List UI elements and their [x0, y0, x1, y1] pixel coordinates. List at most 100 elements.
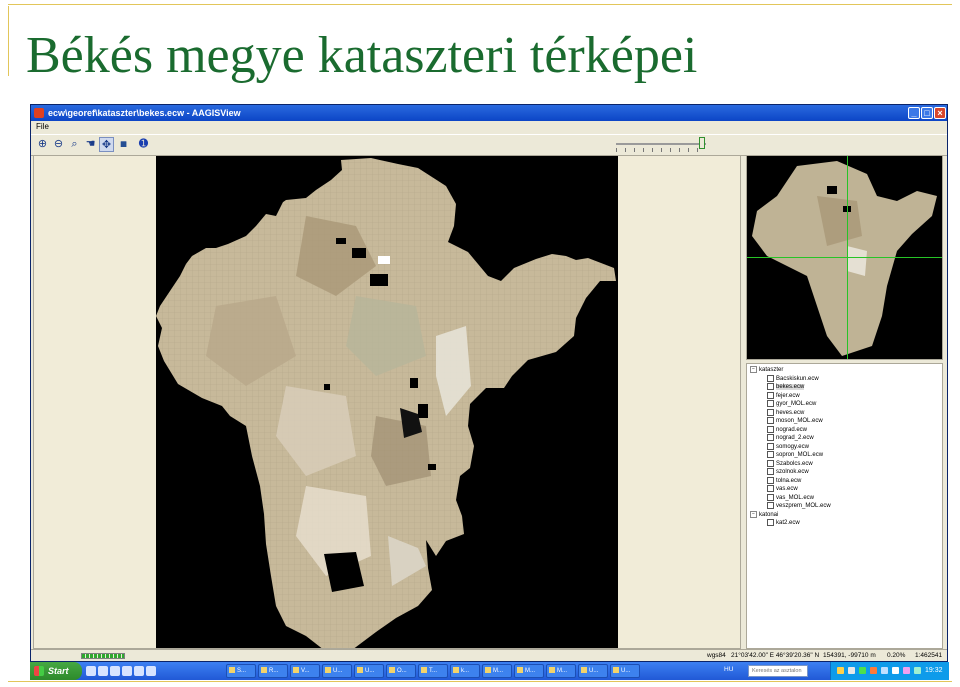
taskbar-window-button[interactable]: U...: [322, 664, 352, 678]
tray-update-icon[interactable]: [870, 667, 877, 674]
layer-checkbox[interactable]: [767, 493, 774, 501]
crosshair-horizontal: [747, 257, 942, 258]
window-app-icon: [581, 667, 587, 674]
layer-checkbox[interactable]: [767, 425, 774, 433]
tree-layer-item[interactable]: vas_MOL.ecw: [767, 493, 814, 503]
taskbar-window-button[interactable]: R...: [258, 664, 288, 678]
taskbar-window-button[interactable]: T...: [418, 664, 448, 678]
layer-checkbox[interactable]: [767, 468, 774, 475]
ecw-icon[interactable]: ▦: [116, 137, 131, 152]
minimize-button[interactable]: _: [908, 107, 920, 119]
tree-group-katonai[interactable]: − katonai: [750, 510, 779, 520]
tree-layer-label: vas.ecw: [776, 486, 798, 493]
taskbar-window-button[interactable]: M...: [546, 664, 576, 678]
tray-messenger-icon[interactable]: [903, 667, 910, 674]
tree-group-kataszter[interactable]: − kataszter: [750, 366, 783, 375]
quicklaunch-ie-icon[interactable]: [98, 666, 108, 676]
tree-layer-item[interactable]: bekes.ecw: [767, 383, 805, 392]
layer-checkbox[interactable]: [767, 502, 774, 509]
info-icon[interactable]: ➊: [136, 137, 151, 152]
window-titlebar[interactable]: ecw\georef\kataszter\bekes.ecw - AAGISVi…: [31, 105, 947, 121]
menu-file[interactable]: File: [36, 122, 49, 131]
layer-checkbox[interactable]: [767, 451, 774, 458]
layer-checkbox[interactable]: [767, 383, 774, 390]
tree-group-label: katonai: [759, 511, 779, 518]
tree-layer-item[interactable]: moson_MOL.ecw: [767, 417, 823, 426]
quicklaunch-desktop-icon[interactable]: [86, 666, 96, 676]
tray-device-icon[interactable]: [892, 667, 899, 674]
taskbar-button-label: k...: [461, 668, 470, 674]
taskbar-window-button[interactable]: M...: [482, 664, 512, 678]
start-button[interactable]: Start: [30, 662, 82, 680]
close-button[interactable]: ×: [934, 107, 946, 119]
layer-checkbox[interactable]: [767, 417, 774, 424]
tree-layer-item[interactable]: sopron_MOL.ecw: [767, 451, 823, 460]
tree-layer-item[interactable]: tolna.ecw: [767, 476, 802, 486]
language-indicator[interactable]: HU: [724, 666, 733, 673]
layer-checkbox[interactable]: [767, 476, 774, 484]
taskbar-button-label: U...: [589, 668, 599, 674]
tray-app-icon[interactable]: [881, 667, 888, 674]
map-canvas[interactable]: [156, 156, 618, 648]
tree-layer-label: veszprem_MOL.ecw: [776, 503, 831, 510]
taskbar-window-button[interactable]: k...: [450, 664, 480, 678]
tree-expander-icon[interactable]: −: [750, 510, 757, 518]
layer-checkbox[interactable]: [767, 374, 774, 382]
layer-checkbox[interactable]: [767, 442, 774, 450]
overview-map[interactable]: [746, 155, 943, 360]
tray-volume-icon[interactable]: [848, 667, 855, 674]
layer-checkbox[interactable]: [767, 485, 774, 492]
tree-layer-label: tolna.ecw: [776, 477, 802, 484]
taskbar-window-button[interactable]: U...: [578, 664, 608, 678]
zoom-slider-track[interactable]: [616, 143, 706, 145]
taskbar-window-button[interactable]: S...: [226, 664, 256, 678]
quicklaunch-excel-icon[interactable]: [134, 666, 144, 676]
taskbar-button-label: M...: [493, 668, 503, 674]
map-view[interactable]: [33, 155, 741, 649]
tree-layer-item[interactable]: Szabolcs.ecw: [767, 459, 813, 469]
zoom-in-icon[interactable]: ⊕: [35, 137, 50, 152]
tray-battery-icon[interactable]: [914, 667, 921, 674]
zoom-slider-thumb[interactable]: [699, 137, 705, 149]
quicklaunch-media-icon[interactable]: [110, 666, 120, 676]
taskbar-window-button[interactable]: M...: [514, 664, 544, 678]
zoom-out-icon[interactable]: ⊖: [51, 137, 66, 152]
tray-security-icon[interactable]: [859, 667, 866, 674]
taskbar-button-label: S...: [237, 668, 247, 674]
zoom-extent-icon[interactable]: ⌕: [67, 137, 82, 152]
tray-network-icon[interactable]: [837, 667, 844, 674]
tree-layer-item[interactable]: kat2.ecw: [767, 519, 800, 528]
layer-checkbox[interactable]: [767, 400, 774, 407]
tree-layer-item[interactable]: nograd.ecw: [767, 425, 807, 435]
tree-layer-item[interactable]: heves.ecw: [767, 408, 804, 418]
taskbar-button-label: R...: [269, 668, 279, 674]
quicklaunch-explorer-icon[interactable]: [146, 666, 156, 676]
layer-checkbox[interactable]: [767, 459, 774, 467]
crosshair-vertical: [847, 156, 848, 359]
taskbar-window-button[interactable]: U...: [610, 664, 640, 678]
layer-checkbox[interactable]: [767, 391, 774, 399]
tree-layer-item[interactable]: vas.ecw: [767, 485, 798, 494]
desktop-search-input[interactable]: Keresés az asztalon: [748, 665, 808, 677]
tree-layer-item[interactable]: szolnok.ecw: [767, 468, 809, 477]
layer-checkbox[interactable]: [767, 434, 774, 441]
quicklaunch-word-icon[interactable]: [122, 666, 132, 676]
overview-map-image: [752, 161, 937, 356]
taskbar-window-button[interactable]: V...: [290, 664, 320, 678]
tree-layer-item[interactable]: fejer.ecw: [767, 391, 800, 401]
taskbar-clock[interactable]: 19:32: [925, 662, 943, 680]
maximize-button[interactable]: □: [921, 107, 933, 119]
tree-layer-item[interactable]: somogy.ecw: [767, 442, 809, 452]
window-app-icon: [325, 667, 331, 674]
tree-layer-item[interactable]: nograd_2.ecw: [767, 434, 814, 443]
tree-expander-icon[interactable]: −: [750, 366, 757, 373]
layer-checkbox[interactable]: [767, 519, 774, 526]
pan-icon[interactable]: ☚: [83, 137, 98, 152]
taskbar-window-button[interactable]: U...: [354, 664, 384, 678]
move-icon[interactable]: ✥: [99, 137, 114, 152]
taskbar-window-button[interactable]: O...: [386, 664, 416, 678]
tree-layer-item[interactable]: Bacskiskun.ecw: [767, 374, 819, 384]
tree-layer-item[interactable]: veszprem_MOL.ecw: [767, 502, 831, 511]
tree-layer-item[interactable]: gyor_MOL.ecw: [767, 400, 816, 409]
layer-checkbox[interactable]: [767, 408, 774, 416]
